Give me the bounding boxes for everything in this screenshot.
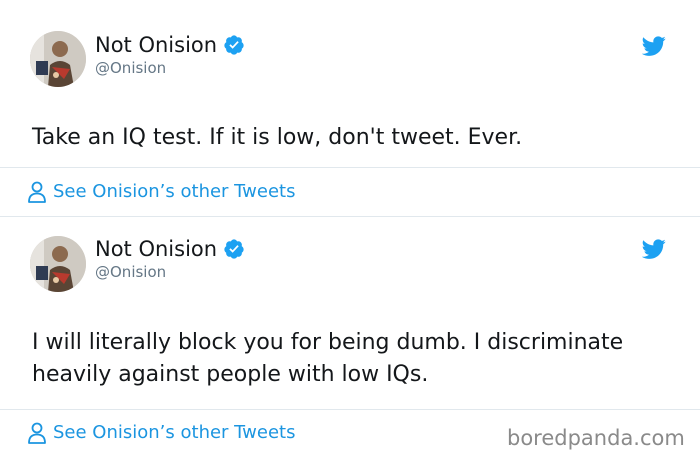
- author-handle[interactable]: @Onision: [95, 58, 166, 78]
- divider: [0, 167, 700, 168]
- person-icon: [28, 181, 46, 203]
- author-row: Not Onision: [95, 31, 245, 59]
- watermark: boredpanda.com: [507, 426, 685, 450]
- person-icon: [28, 422, 46, 444]
- verified-badge-icon: [223, 238, 245, 260]
- avatar[interactable]: [30, 236, 86, 292]
- tweet-text: I will literally block you for being dum…: [32, 330, 624, 387]
- author-name[interactable]: Not Onision: [95, 31, 217, 59]
- author-row: Not Onision: [95, 235, 245, 263]
- see-other-tweets-link[interactable]: See Onision’s other Tweets: [27, 180, 296, 204]
- twitter-bird-icon[interactable]: [641, 34, 666, 58]
- author-name[interactable]: Not Onision: [95, 235, 217, 263]
- see-other-tweets-label[interactable]: See Onision’s other Tweets: [53, 421, 296, 445]
- author-handle[interactable]: @Onision: [95, 262, 166, 282]
- tweet-card-1: Not Onision @Onision Take an IQ test. If…: [0, 0, 700, 168]
- divider: [0, 216, 700, 217]
- avatar[interactable]: [30, 31, 86, 87]
- see-other-tweets-label[interactable]: See Onision’s other Tweets: [53, 180, 296, 204]
- twitter-bird-icon[interactable]: [641, 237, 666, 261]
- see-other-tweets-link[interactable]: See Onision’s other Tweets: [27, 421, 296, 445]
- verified-badge-icon: [223, 34, 245, 56]
- divider: [0, 409, 700, 410]
- tweet-text: Take an IQ test. If it is low, don't twe…: [32, 125, 523, 150]
